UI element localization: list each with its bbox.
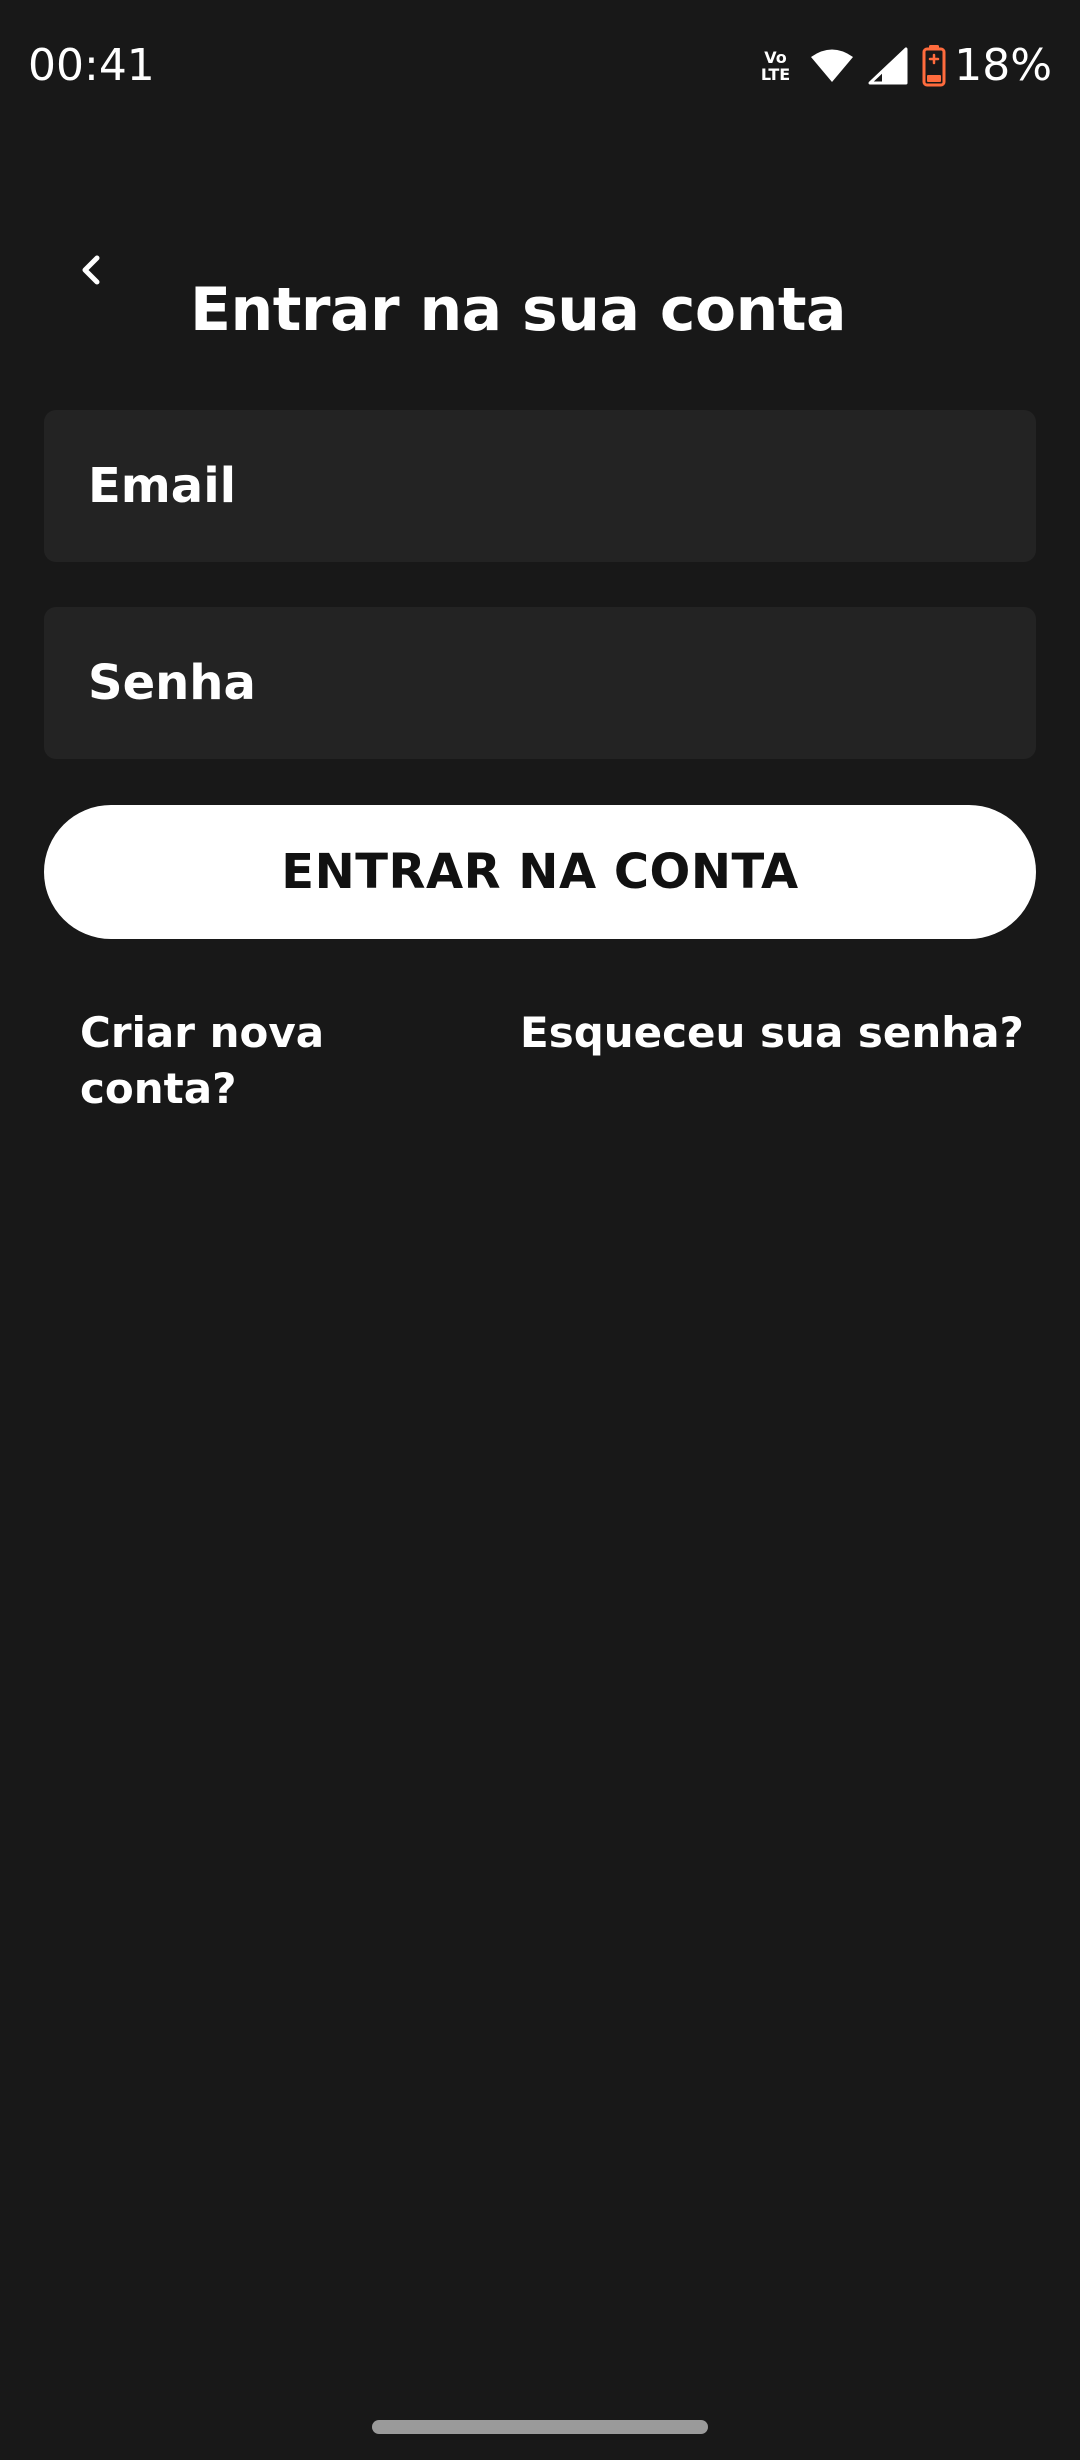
status-icons: Vo LTE 18% xyxy=(761,38,1052,94)
login-button[interactable]: ENTRAR NA CONTA xyxy=(44,805,1036,939)
forgot-password-link[interactable]: Esqueceu sua senha? xyxy=(520,1005,1024,1061)
email-field[interactable] xyxy=(44,410,1036,562)
volte-icon: Vo LTE xyxy=(761,49,790,83)
page-title: Entrar na sua conta xyxy=(190,275,847,346)
battery-percent: 18% xyxy=(954,40,1052,91)
home-indicator[interactable] xyxy=(372,2420,708,2434)
status-time: 00:41 xyxy=(28,40,155,91)
email-input[interactable] xyxy=(88,410,988,562)
password-field[interactable] xyxy=(44,607,1036,759)
create-account-link[interactable]: Criar nova conta? xyxy=(80,1005,380,1117)
volte-label-bottom: LTE xyxy=(760,65,791,84)
wifi-icon xyxy=(811,49,854,82)
app-header: Entrar na sua conta xyxy=(0,210,1080,345)
status-bar: 00:41 Vo LTE 18% xyxy=(0,0,1080,140)
battery-icon xyxy=(922,45,946,87)
cell-signal-icon xyxy=(868,47,908,85)
volte-label-top: Vo xyxy=(764,48,787,67)
back-button[interactable] xyxy=(60,238,124,302)
password-input[interactable] xyxy=(88,607,988,759)
chevron-left-icon xyxy=(82,255,100,285)
